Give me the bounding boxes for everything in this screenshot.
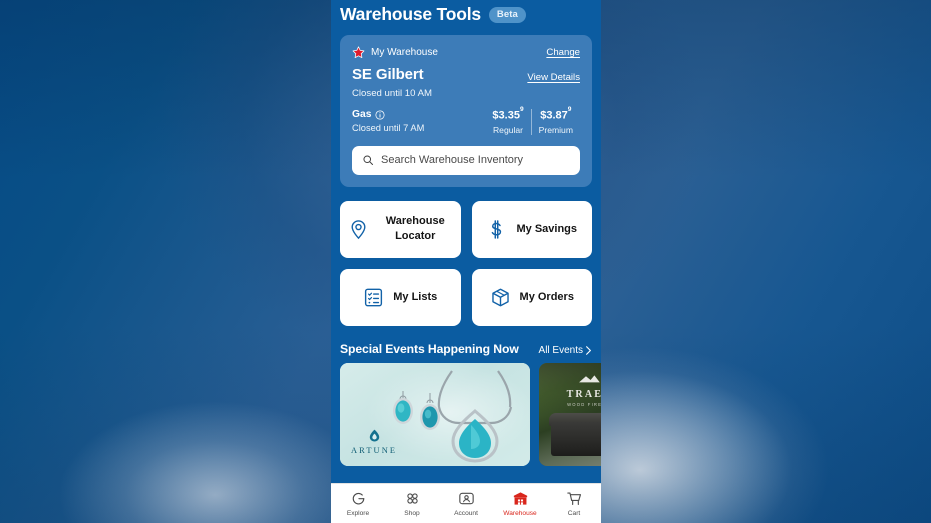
gas-prices: $3.359 Regular $3.879 Premium [485, 106, 580, 135]
traeger-brand-text: TRAEGER [566, 388, 601, 400]
artune-brand-text: ARTUNE [351, 445, 398, 455]
gas-price-regular-sup: 9 [519, 106, 524, 114]
nav-item-warehouse[interactable]: Warehouse [493, 490, 547, 517]
gas-price-premium: $3.879 Premium [530, 106, 580, 135]
artune-brand-lockup: ARTUNE [351, 428, 397, 455]
tile-label: My Orders [519, 290, 574, 303]
traeger-mountain-icon [579, 375, 600, 382]
my-warehouse-card: My Warehouse Change SE Gilbert View Deta… [340, 35, 592, 187]
special-events-carousel[interactable]: ARTUNE TRAEGER WOOD FIRED GRILLS [331, 362, 601, 466]
gas-grade-premium: Premium [538, 124, 573, 135]
tile-my-orders[interactable]: My Orders [471, 268, 592, 326]
gas-price-premium-sup: 9 [567, 106, 572, 114]
tile-my-lists[interactable]: My Lists [340, 268, 461, 326]
bottom-navigation-bar: Explore Shop Account Warehouse Cart [331, 483, 601, 523]
grill-body [551, 421, 601, 456]
location-pin-icon [351, 219, 366, 239]
all-events-link[interactable]: All Events [539, 345, 592, 356]
checklist-icon [365, 288, 383, 307]
warehouse-store-icon [513, 492, 527, 505]
account-person-icon [458, 492, 474, 505]
warehouse-hours: Closed until 10 AM [352, 88, 432, 99]
shopping-cart-icon [566, 492, 581, 506]
tile-my-savings[interactable]: My Savings [471, 200, 592, 258]
beta-badge: Beta [488, 6, 526, 23]
four-dots-grid-icon [406, 493, 418, 504]
nav-label: Account [454, 510, 478, 517]
change-warehouse-link[interactable]: Change [546, 47, 580, 58]
chevron-right-icon [586, 345, 591, 355]
page-title: Warehouse Tools [340, 4, 481, 24]
artune-logo-icon [369, 429, 379, 442]
package-box-icon [491, 288, 509, 307]
quick-actions-grid: Warehouse Locator My Savings My Lists My… [340, 200, 592, 326]
search-placeholder: Search Warehouse Inventory [381, 154, 524, 167]
nav-label: Warehouse [503, 510, 537, 517]
warehouse-card-top-row: My Warehouse Change [352, 46, 580, 59]
nav-label: Explore [346, 510, 370, 517]
traeger-tagline: WOOD FIRED GRILLS [567, 401, 601, 407]
warehouse-name: SE Gilbert [352, 66, 424, 83]
gas-label: Gas [352, 109, 372, 120]
gas-grade-regular: Regular [492, 124, 524, 135]
nav-item-account[interactable]: Account [439, 490, 493, 517]
view-details-link[interactable]: View Details [527, 72, 580, 83]
search-icon [363, 155, 373, 166]
warehouse-name-row: SE Gilbert View Details [352, 66, 580, 83]
gas-info-group: Gas Closed until 7 AM [352, 109, 424, 133]
earring-right [420, 403, 440, 430]
my-warehouse-label: My Warehouse [371, 47, 438, 58]
special-events-header: Special Events Happening Now All Events [340, 342, 592, 356]
search-input[interactable]: Search Warehouse Inventory [352, 145, 580, 175]
tile-label: Warehouse Locator [385, 215, 445, 243]
gas-price-regular-value: $3.35 [492, 109, 520, 122]
app-scroll-area[interactable]: Warehouse Tools Beta My Warehouse Change… [331, 0, 601, 483]
tile-label: My Savings [516, 222, 578, 235]
page-header: Warehouse Tools Beta [331, 0, 601, 35]
explore-spiral-icon [352, 492, 364, 505]
gas-price-premium-value: $3.87 [540, 109, 568, 122]
nav-label: Cart [567, 510, 581, 517]
gas-section: Gas Closed until 7 AM $3.359 Regular $3.… [352, 106, 580, 135]
all-events-label: All Events [538, 344, 583, 356]
tile-warehouse-locator[interactable]: Warehouse Locator [340, 200, 461, 258]
my-warehouse-label-group: My Warehouse [352, 46, 438, 59]
star-icon [352, 46, 365, 59]
event-card-artune[interactable]: ARTUNE [340, 362, 530, 466]
gas-hours: Closed until 7 AM [352, 123, 425, 133]
phone-app-viewport: Warehouse Tools Beta My Warehouse Change… [331, 0, 601, 523]
info-icon[interactable] [375, 109, 386, 120]
nav-item-cart[interactable]: Cart [547, 490, 601, 517]
event-card-traeger[interactable]: TRAEGER WOOD FIRED GRILLS [539, 362, 601, 466]
pendant [451, 408, 499, 463]
earring-left [393, 397, 413, 424]
special-events-title: Special Events Happening Now [340, 341, 519, 356]
nav-item-shop[interactable]: Shop [385, 490, 439, 517]
dollar-sign-icon [492, 219, 502, 239]
gas-price-regular: $3.359 Regular [485, 106, 530, 135]
nav-item-explore[interactable]: Explore [331, 490, 385, 517]
tile-label: My Lists [393, 290, 438, 303]
traeger-logo-lockup: TRAEGER WOOD FIRED GRILLS [539, 371, 601, 407]
nav-label: Shop [404, 510, 420, 517]
